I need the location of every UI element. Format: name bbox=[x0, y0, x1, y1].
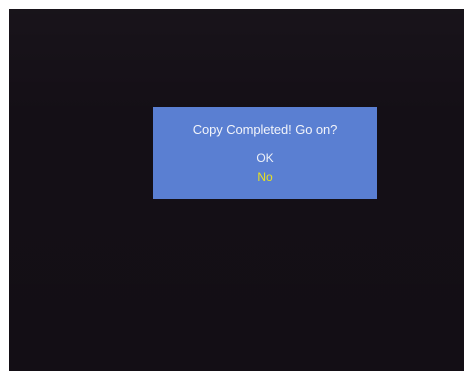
monitor-frame: Copy Completed! Go on? OK No bbox=[0, 0, 474, 382]
tv-screen: Copy Completed! Go on? OK No bbox=[9, 9, 464, 371]
copy-completed-dialog: Copy Completed! Go on? OK No bbox=[153, 107, 377, 199]
ok-option[interactable]: OK bbox=[153, 151, 377, 165]
no-option[interactable]: No bbox=[153, 170, 377, 184]
dialog-message: Copy Completed! Go on? bbox=[192, 122, 338, 137]
